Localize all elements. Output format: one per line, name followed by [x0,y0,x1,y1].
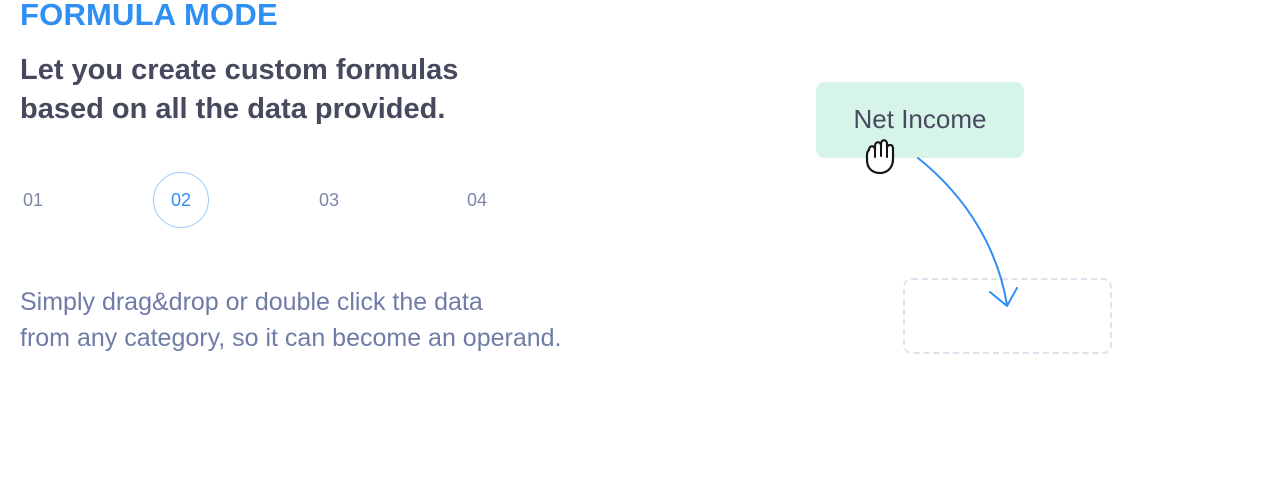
step-02[interactable]: 02 [153,172,209,228]
step-description: Simply drag&drop or double click the dat… [20,284,562,356]
step-pagination: 01 02 03 04 [0,172,560,230]
description-line: Simply drag&drop or double click the dat… [20,288,483,316]
section-eyebrow: FORMULA MODE [20,0,278,32]
step-03[interactable]: 03 [301,172,357,228]
step-01[interactable]: 01 [5,172,61,228]
net-income-chip[interactable]: Net Income [816,82,1024,158]
chip-label: Net Income [853,103,987,134]
headline-line: Let you create custom formulas [20,54,459,86]
grab-hand-icon [865,139,895,175]
curved-arrow-icon [917,157,1018,307]
headline-line: based on all the data provided. [20,93,446,125]
description-line: from any category, so it can become an o… [20,324,562,352]
step-04[interactable]: 04 [449,172,505,228]
section-headline: Let you create custom formulas based on … [20,51,458,129]
